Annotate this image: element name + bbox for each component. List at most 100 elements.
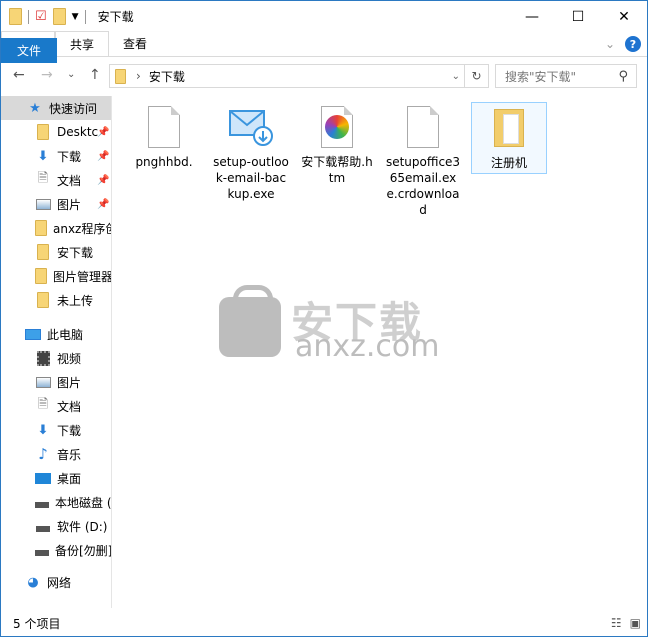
breadcrumb-separator[interactable]: › (136, 69, 141, 83)
computer-icon (25, 326, 41, 342)
close-button[interactable]: ✕ (601, 1, 647, 32)
search-input[interactable]: 搜索"安下载" ⚲ (495, 64, 637, 88)
sidebar-item-label: 此电脑 (47, 327, 84, 342)
sidebar-item-label: 图片 (57, 197, 82, 212)
sidebar-item[interactable]: anxz程序创 (1, 216, 111, 240)
video-icon (35, 350, 51, 366)
item-count: 5 个项目 (13, 617, 61, 631)
help-icon[interactable]: ? (625, 36, 641, 52)
customize-toolbar-icon[interactable]: ▼ (72, 12, 79, 22)
address-dropdown-icon[interactable]: ⌄ (452, 71, 460, 82)
sidebar-item-label: 视频 (57, 351, 82, 366)
file-item[interactable]: setup-outlook-email-backup.exe (213, 102, 289, 202)
sidebar-item[interactable]: 图片 (1, 370, 111, 394)
folder-icon (35, 220, 47, 236)
drive-icon (35, 494, 49, 510)
folder-icon (35, 124, 51, 140)
sidebar-item[interactable]: 软件 (D:) (1, 514, 111, 538)
expand-ribbon-icon[interactable]: ⌄ (605, 37, 615, 51)
recent-locations-button[interactable]: ⌄ (67, 69, 75, 80)
sidebar-item-label: 文档 (57, 399, 82, 414)
large-icons-view-button[interactable]: ▣ (630, 616, 641, 630)
sidebar-item-label: 图片管理器 (53, 269, 112, 284)
file-name: setupoffice365email.exe.crdownload (385, 155, 461, 217)
picture-icon (35, 196, 51, 212)
forward-button[interactable]: → (41, 67, 53, 83)
file-item-selected[interactable]: 注册机 (471, 102, 547, 174)
properties-icon[interactable]: ☑ (35, 9, 47, 24)
sidebar-item[interactable]: ♪ 音乐 (1, 442, 111, 466)
folder-icon (485, 103, 533, 153)
sidebar-item[interactable]: 🗎 文档 📌 (1, 168, 111, 192)
sidebar-item[interactable]: 视频 (1, 346, 111, 370)
divider (28, 9, 29, 24)
folder-icon (35, 292, 51, 308)
desktop-icon (35, 470, 51, 486)
sidebar-item-label: 本地磁盘 ( (55, 495, 112, 510)
breadcrumb-current[interactable]: 安下载 (149, 68, 185, 85)
sidebar-item[interactable]: 图片 📌 (1, 192, 111, 216)
sidebar-item[interactable]: ⬇ 下载 📌 (1, 144, 111, 168)
sidebar-item[interactable]: 图片管理器 (1, 264, 111, 288)
file-list: pnghhbd. setup-outlook-email-backup.exe … (113, 96, 647, 608)
sidebar-item[interactable]: 桌面 (1, 466, 111, 490)
sidebar-item-label: 文档 (57, 173, 82, 188)
sidebar-item[interactable]: ⬇ 下载 (1, 418, 111, 442)
download-icon: ⬇ (37, 148, 49, 164)
pin-icon[interactable]: 📌 (97, 127, 109, 138)
document-icon: 🗎 (37, 171, 49, 186)
folder-icon (9, 8, 22, 25)
html-file-icon (313, 102, 361, 152)
sidebar-item-label: 备份[勿删] (55, 543, 112, 558)
status-bar: 5 个项目 ☷ ▣ (1, 611, 647, 636)
file-item[interactable]: 安下载帮助.htm (299, 102, 375, 186)
sidebar-item-label: anxz程序创 (53, 221, 112, 236)
search-icon[interactable]: ⚲ (618, 69, 628, 84)
refresh-button[interactable]: ↻ (464, 65, 488, 87)
navigation-bar: ← → ⌄ ↑ › 安下载 ⌄ ↻ 搜索"安下载" ⚲ (1, 59, 647, 93)
divider (84, 9, 86, 24)
tab-view[interactable]: 查看 (109, 31, 161, 56)
file-item[interactable]: pnghhbd. (126, 102, 202, 170)
file-name: setup-outlook-email-backup.exe (213, 155, 289, 201)
navigation-pane: ★ 快速访问 Desktc 📌 ⬇ 下载 📌 🗎 文档 📌 图片 📌 anxz程序创 安下载 图片管理器… (1, 96, 112, 608)
search-placeholder: 搜索"安下载" (505, 69, 577, 84)
file-name: 注册机 (490, 156, 527, 170)
pin-icon[interactable]: 📌 (97, 151, 109, 162)
pin-icon[interactable]: 📌 (97, 175, 109, 186)
sidebar-item-label: 快速访问 (49, 101, 98, 116)
minimize-button[interactable]: — (509, 1, 555, 32)
file-name: 安下载帮助.htm (301, 155, 373, 185)
sidebar-quick-access[interactable]: ★ 快速访问 (1, 96, 111, 120)
pin-icon[interactable]: 📌 (97, 199, 109, 210)
sidebar-item-label: 网络 (47, 575, 72, 590)
sidebar-item-label: Desktc (57, 125, 99, 139)
title-bar: ☑ ▼ 安下载 — ☐ ✕ (1, 1, 647, 32)
sidebar-this-pc[interactable]: 此电脑 (1, 322, 111, 346)
address-bar[interactable]: › 安下载 ⌄ ↻ (109, 64, 489, 88)
drive-icon (35, 542, 49, 558)
music-icon: ♪ (38, 445, 48, 463)
blank-file-icon (148, 106, 180, 148)
details-view-button[interactable]: ☷ (611, 616, 622, 630)
sidebar-network[interactable]: ◕ 网络 (1, 570, 111, 594)
sidebar-item-label: 音乐 (57, 447, 82, 462)
folder-icon (35, 244, 51, 260)
network-icon: ◕ (27, 574, 39, 590)
sidebar-item[interactable]: 安下载 (1, 240, 111, 264)
up-button[interactable]: ↑ (89, 67, 101, 83)
maximize-button[interactable]: ☐ (555, 1, 601, 32)
email-installer-icon (227, 102, 275, 152)
sidebar-item[interactable]: 本地磁盘 ( (1, 490, 111, 514)
picture-icon (35, 374, 51, 390)
file-item[interactable]: setupoffice365email.exe.crdownload (385, 102, 461, 218)
sidebar-item[interactable]: Desktc 📌 (1, 120, 111, 144)
tab-share[interactable]: 共享 (55, 31, 110, 56)
new-folder-icon[interactable] (52, 8, 66, 25)
sidebar-item-label: 下载 (57, 149, 82, 164)
back-button[interactable]: ← (13, 67, 25, 83)
sidebar-item[interactable]: 🗎 文档 (1, 394, 111, 418)
sidebar-item[interactable]: 备份[勿删] (1, 538, 111, 562)
sidebar-item[interactable]: 未上传 (1, 288, 111, 312)
sidebar-item-label: 未上传 (57, 293, 94, 308)
